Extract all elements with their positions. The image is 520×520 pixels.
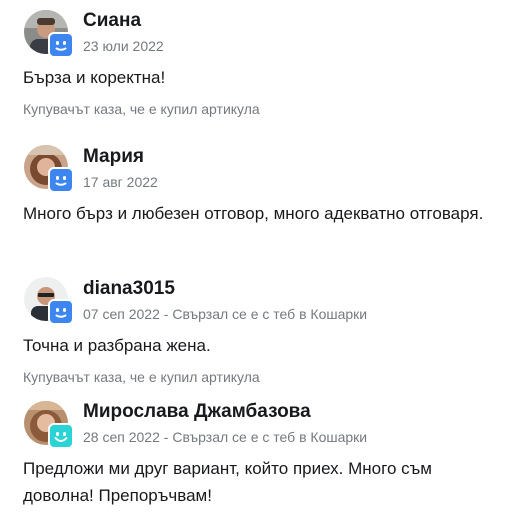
contact-origin: Свързал се е с теб в Кошарки	[172, 306, 368, 322]
meta-separator: -	[159, 306, 173, 322]
contact-origin: Свързал се е с теб в Кошарки	[172, 429, 368, 445]
review-item: Сиана 23 юли 2022 Бърза и коректна! Купу…	[0, 0, 520, 130]
purchase-note: Купувачът каза, че е купил артикула	[23, 101, 260, 117]
review-item: Мария 17 авг 2022 Много бърз и любезен о…	[0, 136, 520, 266]
review-text: Точна и разбрана жена.	[23, 336, 211, 355]
reviewer-name[interactable]: Мария	[83, 146, 144, 168]
neutral-face-icon	[48, 32, 74, 58]
review-text: Много бърз и любезен отговор, много адек…	[23, 204, 484, 223]
reviewer-avatar[interactable]	[24, 10, 76, 62]
review-date: 23 юли 2022	[83, 38, 164, 54]
neutral-face-icon	[48, 167, 74, 193]
reviewer-name[interactable]: Мирослава Джамбазова	[83, 401, 311, 423]
review-text: Бърза и коректна!	[23, 68, 166, 87]
review-date: 28 сеп 2022	[83, 429, 160, 445]
reviewer-avatar[interactable]	[24, 277, 76, 329]
purchase-note: Купувачът каза, че е купил артикула	[23, 369, 260, 385]
review-item: diana3015 07 сеп 2022 - Свързал се е с т…	[0, 268, 520, 390]
reviewer-avatar[interactable]	[24, 145, 76, 197]
review-item: Мирослава Джамбазова 28 сеп 2022 - Свърз…	[0, 392, 520, 520]
review-text: Предложи ми друг вариант, който приех. М…	[23, 459, 432, 505]
reviewer-name[interactable]: diana3015	[83, 278, 175, 300]
reviewer-name[interactable]: Сиана	[83, 10, 141, 32]
reviewer-avatar[interactable]	[24, 401, 76, 453]
review-meta: 28 сеп 2022 - Свързал се е с теб в Кошар…	[83, 429, 367, 445]
review-meta: 23 юли 2022	[83, 38, 164, 54]
review-meta: 17 авг 2022	[83, 174, 158, 190]
neutral-face-icon	[48, 299, 74, 325]
review-date: 07 сеп 2022	[83, 306, 160, 322]
review-date: 17 авг 2022	[83, 174, 158, 190]
meta-separator: -	[159, 429, 173, 445]
happy-face-icon	[48, 423, 74, 449]
review-meta: 07 сеп 2022 - Свързал се е с теб в Кошар…	[83, 306, 367, 322]
